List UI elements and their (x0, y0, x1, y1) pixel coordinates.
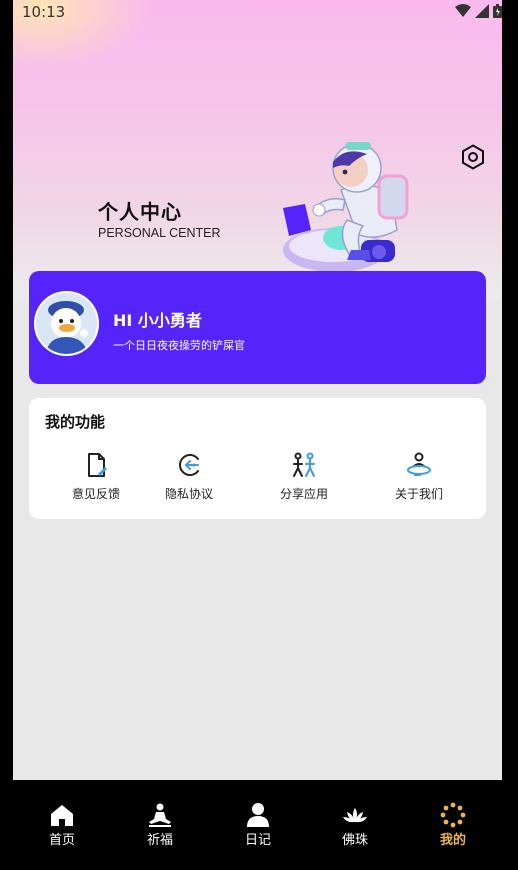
wifi-icon (455, 4, 471, 17)
about-label: 关于我们 (394, 487, 443, 501)
privacy-label: 隐私协议 (164, 487, 213, 501)
about-button[interactable]: 关于我们 (374, 450, 464, 506)
share-button[interactable]: 分享应用 (259, 450, 349, 506)
status-icons (455, 4, 502, 18)
profile-card[interactable]: HI 小小勇者 一个日日夜夜操劳的铲屎官 (29, 271, 486, 384)
share-label: 分享应用 (279, 487, 328, 501)
tab-home-label: 首页 (48, 833, 75, 848)
tab-beads-label: 佛珠 (341, 833, 368, 848)
status-time: 10:13 (22, 3, 66, 21)
duck-avatar-icon (36, 293, 97, 354)
about-icon (407, 452, 431, 476)
settings-icon[interactable] (460, 144, 486, 170)
privacy-icon (179, 454, 199, 476)
astronaut-illustration (283, 142, 409, 272)
privacy-button[interactable]: 隐私协议 (144, 450, 234, 506)
functions-title: 我的功能 (45, 413, 106, 431)
beads-icon (440, 802, 466, 828)
tab-diary-label: 日记 (244, 833, 271, 848)
tab-mine-label: 我的 (439, 833, 466, 848)
functions-card: 我的功能 意见反馈 隐私协议 分享应用 关于我们 (29, 398, 486, 519)
battery-icon (493, 4, 502, 18)
tab-blessing-label: 祈福 (146, 833, 173, 848)
feedback-icon (88, 453, 107, 477)
bottom-tab-bar: 首页 祈福 日记 佛珠 我的 (0, 780, 518, 870)
page-title: 个人中心 (98, 200, 182, 224)
status-bar: 10:13 (0, 0, 518, 24)
tab-home[interactable]: 首页 (27, 802, 97, 848)
tab-beads[interactable]: 佛珠 (320, 802, 390, 848)
lotus-icon (343, 808, 367, 823)
user-bio: 一个日日夜夜操劳的铲屎官 (113, 339, 245, 352)
tab-mine[interactable]: 我的 (418, 802, 488, 848)
username: HI 小小勇者 (113, 311, 202, 330)
home-icon (51, 805, 73, 826)
tab-diary[interactable]: 日记 (223, 802, 293, 848)
person-icon (247, 803, 269, 827)
meditation-icon (149, 803, 171, 827)
signal-icon (475, 4, 489, 18)
feedback-label: 意见反馈 (71, 487, 120, 501)
screen: 个人中心 PERSONAL CENTER HI 小小勇者 一个日日夜夜操劳的铲屎… (13, 0, 502, 780)
share-icon (293, 452, 315, 477)
page-subtitle: PERSONAL CENTER (98, 226, 221, 240)
feedback-button[interactable]: 意见反馈 (51, 450, 141, 506)
avatar[interactable] (34, 291, 99, 356)
header-background (13, 0, 502, 300)
tab-blessing[interactable]: 祈福 (125, 802, 195, 848)
